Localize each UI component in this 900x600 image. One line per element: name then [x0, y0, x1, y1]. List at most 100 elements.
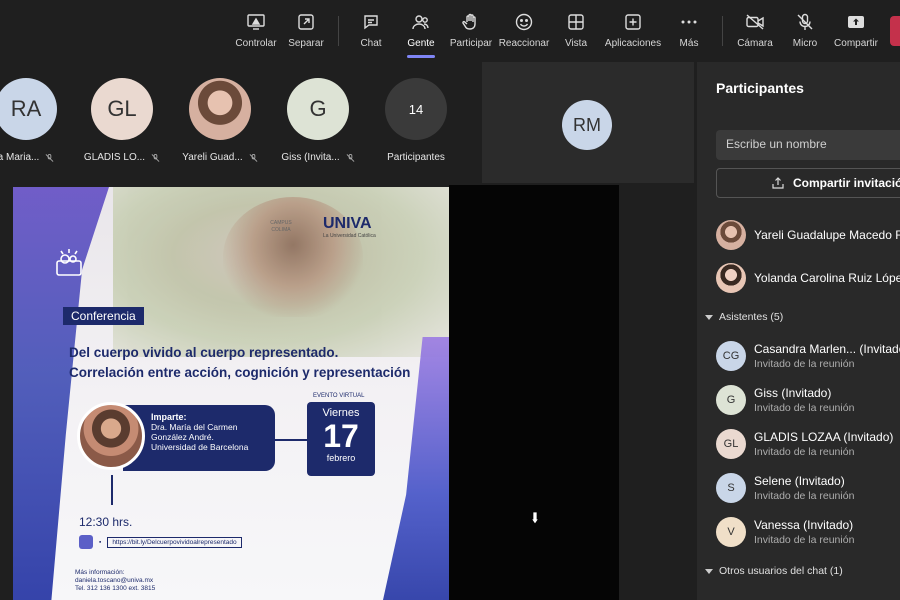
participant-item[interactable]: Yareli Guadalupe Macedo R — [716, 220, 900, 250]
share-screen-button[interactable]: Compartir — [828, 12, 884, 49]
chevron-down-icon — [705, 314, 713, 320]
participant-item[interactable]: V Vanessa (Invitado) Invitado de la reuni… — [716, 517, 854, 547]
more-button[interactable]: Más — [661, 12, 717, 49]
title-line: Del cuerpo vivido al cuerpo representado… — [69, 345, 339, 360]
participant-name: a Maria... — [0, 152, 40, 163]
participants-panel: Participantes Escribe un nombre Comparti… — [697, 62, 900, 600]
conference-title: Del cuerpo vivido al cuerpo representado… — [69, 343, 439, 383]
avatar: G — [287, 78, 349, 140]
avatar: G — [716, 385, 746, 415]
section-label: Asistentes (5) — [719, 311, 784, 323]
info-phone: Tel. 312 136 1300 ext. 3815 — [75, 585, 156, 592]
participant-name: Yareli Guadalupe Macedo R — [754, 228, 900, 242]
participants-overflow-tile[interactable]: 14 Participantes — [368, 62, 464, 163]
participant-name: Giss (Invita... — [281, 152, 340, 163]
campus-label: CAMPUS COLIMA — [270, 220, 292, 233]
participant-role: Invitado de la reunión — [754, 446, 855, 458]
avatar: RA — [0, 78, 57, 140]
teams-icon — [79, 535, 93, 549]
smiley-icon — [515, 13, 533, 31]
participant-item[interactable]: G Giss (Invitado) Invitado de la reunión — [716, 385, 854, 415]
info-label: Más información: — [75, 569, 125, 576]
search-input[interactable]: Escribe un nombre — [716, 130, 900, 160]
attendees-section-header[interactable]: Asistentes (5) — [705, 311, 783, 323]
poster-photo — [113, 187, 449, 357]
participant-role: Invitado de la reunión — [754, 358, 855, 370]
camera-button[interactable]: Cámara — [727, 12, 783, 49]
control-button[interactable]: Controlar — [228, 12, 284, 49]
react-button[interactable]: Reaccionar — [496, 12, 552, 49]
participant-name: GLADIS LOZAA (Invitado) — [754, 430, 894, 444]
speaker-photo — [77, 402, 145, 470]
chat-button[interactable]: Chat — [343, 12, 399, 49]
participant-tile[interactable]: GL GLADIS LO... — [74, 62, 170, 163]
view-button[interactable]: Vista — [548, 12, 604, 49]
mic-off-icon — [797, 13, 813, 30]
share-icon — [772, 177, 784, 189]
add-app-icon — [625, 14, 641, 30]
others-section-header[interactable]: Otros usuarios del chat (1) — [705, 565, 843, 577]
connector-line — [111, 475, 113, 505]
participant-tile[interactable]: Yareli Guad... — [172, 62, 268, 163]
participant-name: Yareli Guad... — [182, 152, 243, 163]
overflow-label: Participantes — [387, 152, 445, 163]
univa-logo: UNIVA La Universidad Católica — [323, 215, 376, 239]
share-invite-button[interactable]: Compartir invitación — [716, 168, 900, 198]
toolbar-divider — [338, 16, 339, 46]
mic-muted-icon — [346, 153, 355, 162]
raise-hand-button[interactable]: Participar — [443, 12, 499, 49]
participant-tile[interactable]: G Giss (Invita... — [270, 62, 366, 163]
participant-item[interactable]: Yolanda Carolina Ruiz Lópe — [716, 263, 900, 293]
participant-name: Yolanda Carolina Ruiz Lópe — [754, 271, 900, 285]
meeting-toolbar: Controlar Separar Chat Gente Participar … — [0, 0, 900, 62]
link-row: ▪ https://bit.ly/Delcuerpovividoalrepres… — [79, 535, 242, 549]
participant-tile[interactable]: RA a Maria... — [0, 62, 74, 163]
participant-name: Vanessa (Invitado) — [754, 518, 854, 532]
mic-button[interactable]: Micro — [777, 12, 833, 49]
event-time: 12:30 hrs. — [79, 515, 133, 529]
participant-role: Invitado de la reunión — [754, 490, 855, 502]
section-label: Otros usuarios del chat (1) — [719, 565, 843, 577]
megaphone-icon — [56, 249, 82, 276]
hand-icon — [462, 13, 476, 30]
chat-icon — [364, 15, 378, 30]
participant-strip: RA a Maria... GL GLADIS LO... Yareli Gua… — [0, 62, 480, 182]
link-icon: ▪ — [99, 538, 102, 546]
share-invite-label: Compartir invitación — [793, 176, 900, 190]
people-icon — [412, 15, 429, 30]
apps-button[interactable]: Aplicaciones — [605, 12, 661, 49]
participant-item[interactable]: S Selene (Invitado) Invitado de la reunió… — [716, 473, 854, 503]
event-date: 17 — [323, 418, 359, 454]
shared-screen: CAMPUS COLIMA UNIVA La Universidad Catól… — [0, 185, 697, 600]
spotlight-tile[interactable]: RM — [482, 62, 694, 183]
popout-button[interactable]: Separar — [278, 12, 334, 49]
imparte-label: Imparte: — [151, 412, 187, 422]
mic-label: Micro — [792, 38, 818, 49]
participant-item[interactable]: CG Casandra Marlen... (Invitado Invitado … — [716, 341, 900, 371]
popout-icon — [298, 14, 314, 30]
people-button[interactable]: Gente — [393, 12, 449, 58]
avatar: CG — [716, 341, 746, 371]
date-box: Viernes 17 febrero — [307, 402, 375, 476]
apps-label: Aplicaciones — [604, 38, 662, 49]
leave-button[interactable] — [890, 16, 900, 46]
avatar: V — [716, 517, 746, 547]
speaker-line: González André. — [151, 432, 214, 442]
panel-title: Participantes — [716, 80, 804, 96]
react-label: Reaccionar — [498, 38, 550, 49]
contact-info: Más información: daniela.toscano@univa.m… — [75, 569, 155, 593]
participant-name: GLADIS LO... — [83, 152, 146, 163]
chevron-down-icon — [705, 568, 713, 574]
control-label: Controlar — [235, 38, 277, 49]
speaker-line: Dra. María del Carmen — [151, 422, 238, 432]
share-screen-label: Compartir — [834, 38, 878, 49]
mouse-cursor-icon — [530, 511, 540, 525]
event-link: https://bit.ly/Delcuerpovividoalrepresen… — [107, 536, 242, 548]
screen-control-icon — [247, 14, 265, 30]
participant-name: Giss (Invitado) — [754, 386, 832, 400]
participant-item[interactable]: GL GLADIS LOZAA (Invitado) Invitado de la… — [716, 429, 893, 459]
speaker-line: Universidad de Barcelona — [151, 442, 249, 452]
brand-name: UNIVA — [323, 215, 372, 232]
avatar — [716, 263, 746, 293]
avatar — [189, 78, 251, 140]
